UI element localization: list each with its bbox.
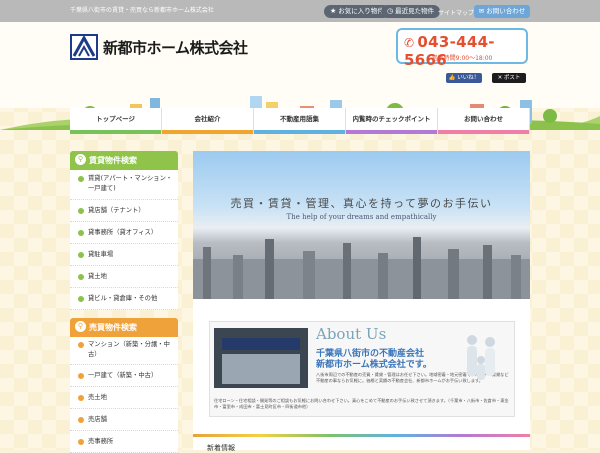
city-skyline <box>193 237 530 299</box>
recent-button[interactable]: ◷ 最近見た物件 <box>381 5 441 18</box>
sidebar-item-sale-mansion[interactable]: マンション（新築・分譲・中古） <box>70 337 178 365</box>
nav-color-bar <box>254 130 345 134</box>
business-hours: 営業時間9:00～18:00 <box>431 55 493 62</box>
office-photo <box>214 328 308 388</box>
hero-banner: 売買・賃貸・管理、真心を持って夢のお手伝い The help of your d… <box>193 151 530 299</box>
about-footer: 住宅ローン・住宅相談・開発等のご相談もお気軽にお問い合わせ下さい。真心をこめて不… <box>214 398 509 409</box>
company-logo-text[interactable]: 新都市ホーム株式会社 <box>103 37 248 58</box>
nav-color-bar <box>438 130 529 134</box>
header: 新都市ホーム株式会社 ✆ 043-444-5666 営業時間9:00～18:00 … <box>0 22 600 130</box>
main-nav: トップページ 会社紹介 不動産用語集 内覧時のチェックポイント お問い合わせ <box>70 108 530 134</box>
sidebar-item-rent-store[interactable]: 貸店舗（テナント） <box>70 200 178 222</box>
nav-glossary[interactable]: 不動産用語集 <box>254 108 346 134</box>
star-icon: ★ <box>330 7 337 15</box>
nav-company[interactable]: 会社紹介 <box>162 108 254 134</box>
rent-list: 賃貸(アパート・マンション・一戸建て) 貸店舗（テナント） 貸事務所（貸オフィス… <box>70 170 178 310</box>
sidebar-item-rent-land[interactable]: 貸土地 <box>70 266 178 288</box>
contact-top-label: お問い合わせ <box>486 7 526 15</box>
nav-color-bar <box>70 130 161 134</box>
about-heading: About Us <box>316 325 387 343</box>
phone-number: ✆ 043-444-5666 <box>404 33 495 69</box>
hero-title: 売買・賃貸・管理、真心を持って夢のお手伝い <box>230 197 493 210</box>
x-icon: ✕ <box>497 75 503 81</box>
top-bar: 千葉県八街市の賃貸・売買なら新都市ホーム株式会社 ★ お気に入り物件 ◷ 最近見た物… <box>0 0 600 22</box>
contact-top-button[interactable]: ✉ お問い合わせ <box>474 5 530 18</box>
company-logo-mark[interactable] <box>70 34 98 60</box>
nav-top-page[interactable]: トップページ <box>70 108 162 134</box>
recent-label: 最近見た物件 <box>395 7 435 15</box>
about-us-panel[interactable]: About Us 千葉県八街市の不動産会社 新都市ホーム株式会社です。 八街市周… <box>209 321 515 417</box>
family-illustration <box>467 335 495 380</box>
hero-subtitle: The help of your dreams and empathically <box>286 213 437 221</box>
sidebar-item-rent-residential[interactable]: 賃貸(アパート・マンション・一戸建て) <box>70 170 178 200</box>
sale-search-heading: ⚲ 売買物件検索 <box>70 318 178 337</box>
favorites-button[interactable]: ★ お気に入り物件 <box>324 5 390 18</box>
mail-icon: ✉ <box>478 7 485 15</box>
main-content: 売買・賃貸・管理、真心を持って夢のお手伝い The help of your d… <box>193 151 530 452</box>
nav-color-bar <box>346 130 437 134</box>
search-icon: ⚲ <box>75 154 86 165</box>
sidebar-item-sale-store[interactable]: 売店舗 <box>70 409 178 431</box>
clock-icon: ◷ <box>387 7 394 15</box>
nav-contact[interactable]: お問い合わせ <box>438 108 530 134</box>
sidebar-item-sale-land[interactable]: 売土地 <box>70 387 178 409</box>
news-heading: 新着情報 <box>207 444 235 452</box>
sidebar-item-sale-house[interactable]: 一戸建て（新築・中古） <box>70 365 178 387</box>
rent-search-heading: ⚲ 賃貸物件検索 <box>70 151 178 170</box>
nav-checkpoints[interactable]: 内覧時のチェックポイント <box>346 108 438 134</box>
nav-color-bar <box>162 130 253 134</box>
sidebar-item-rent-parking[interactable]: 貸駐車場 <box>70 244 178 266</box>
sitemap-link[interactable]: サイトマップ <box>438 8 474 17</box>
x-post-button[interactable]: ✕ ポスト <box>492 73 526 83</box>
sidebar: ⚲ 賃貸物件検索 賃貸(アパート・マンション・一戸建て) 貸店舗（テナント） 貸事… <box>70 151 178 453</box>
phone-icon: ✆ <box>404 36 415 50</box>
search-icon: ⚲ <box>75 321 86 332</box>
sidebar-item-rent-office[interactable]: 貸事務所（貸オフィス） <box>70 222 178 244</box>
sale-list: マンション（新築・分譲・中古） 一戸建て（新築・中古） 売土地 売店舗 売事務所 <box>70 337 178 453</box>
sidebar-item-rent-building[interactable]: 貸ビル・貸倉庫・その他 <box>70 288 178 310</box>
thumbs-up-icon: 👍 <box>448 75 456 81</box>
favorites-label: お気に入り物件 <box>338 7 384 15</box>
about-company-line2: 新都市ホーム株式会社です。 <box>316 360 432 370</box>
facebook-like-button[interactable]: 👍 いいね！ <box>446 73 482 83</box>
section-divider <box>193 434 530 437</box>
phone-box[interactable]: ✆ 043-444-5666 営業時間9:00～18:00 <box>396 28 528 69</box>
top-tagline: 千葉県八街市の賃貸・売買なら新都市ホーム株式会社 <box>70 7 214 14</box>
